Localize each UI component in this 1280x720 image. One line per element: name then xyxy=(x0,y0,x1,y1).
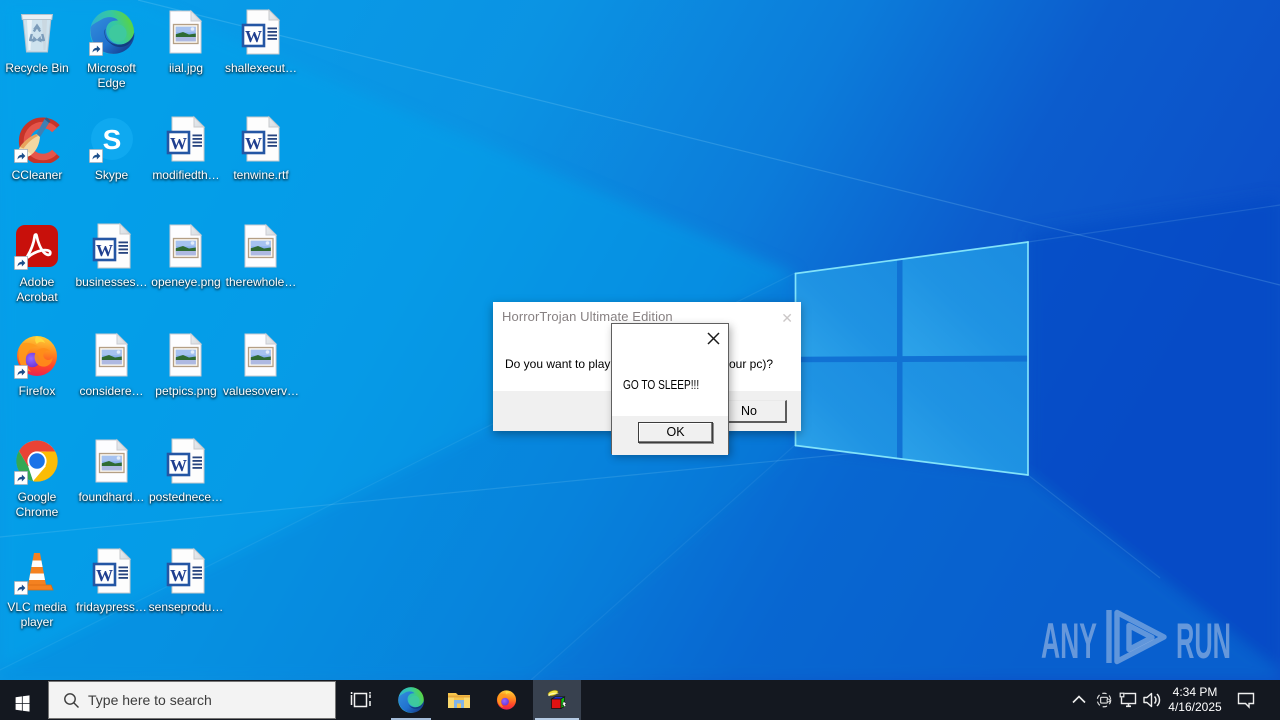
svg-text:ANY: ANY xyxy=(1041,613,1097,669)
svg-text:S: S xyxy=(102,124,121,155)
svg-text:RUN: RUN xyxy=(1176,613,1231,669)
